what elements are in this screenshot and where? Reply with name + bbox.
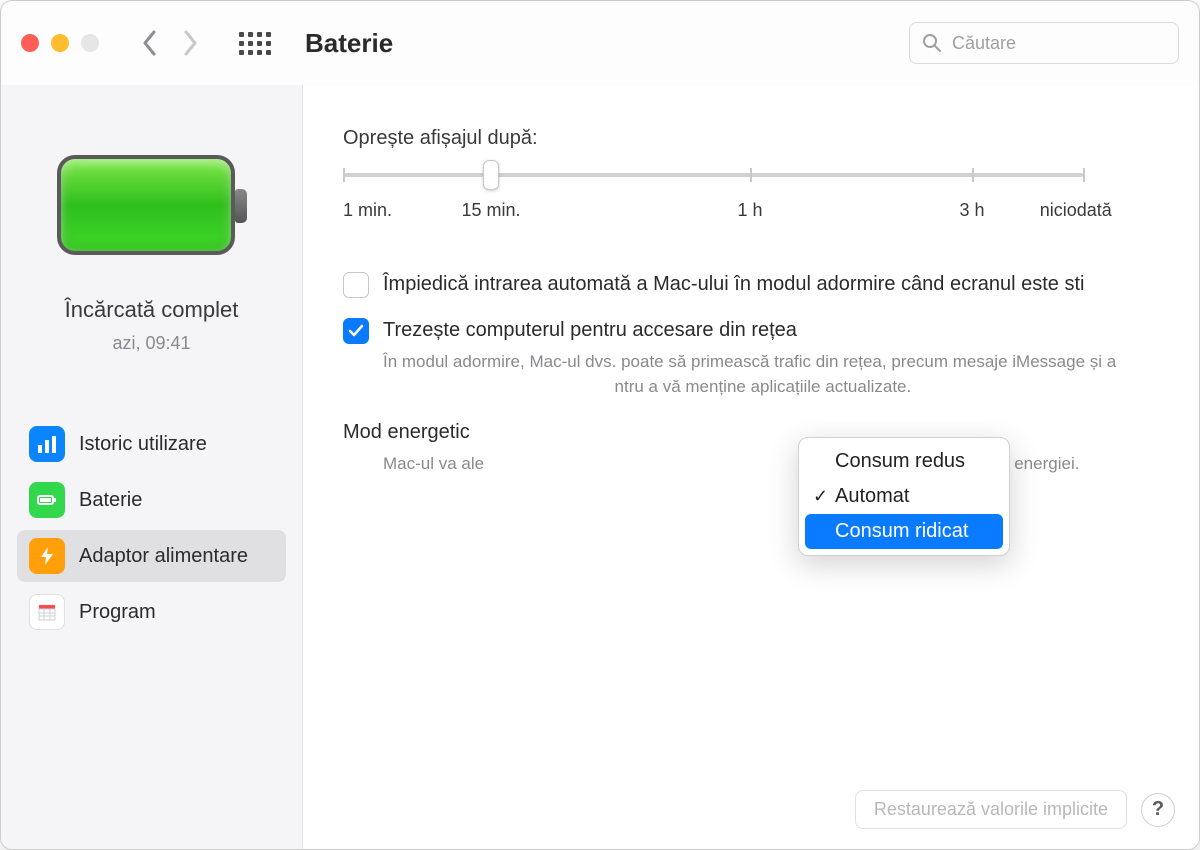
option-description: În modul adormire, Mac-ul dvs. poate să … xyxy=(343,350,1163,399)
option-prevent-sleep[interactable]: Împiedică intrarea automată a Mac-ului î… xyxy=(343,270,1163,298)
battery-time-label: azi, 09:41 xyxy=(112,333,190,354)
slider-tick-label: niciodată xyxy=(1040,200,1112,221)
dropdown-item-label: Automat xyxy=(835,485,909,508)
option-wake-network[interactable]: Trezește computerul pentru accesare din … xyxy=(343,316,1163,344)
display-off-label: Oprește afișajul după: xyxy=(343,127,1199,150)
options-group: Împiedică intrarea automată a Mac-ului î… xyxy=(343,270,1163,474)
sidebar-item-schedule[interactable]: Program xyxy=(17,586,286,638)
footer: Restaurează valorile implicite ? xyxy=(855,790,1175,829)
slider-thumb[interactable] xyxy=(483,160,499,190)
window-title: Baterie xyxy=(305,28,393,59)
minimize-window-button[interactable] xyxy=(51,34,69,52)
chevron-left-icon xyxy=(142,30,158,56)
sidebar-item-usage-history[interactable]: Istoric utilizare xyxy=(17,418,286,470)
nav-buttons xyxy=(139,32,201,54)
dropdown-item-automatic[interactable]: Automat xyxy=(805,479,1003,514)
preferences-window: Baterie Încărcată complet azi, 09:41 Ist… xyxy=(0,0,1200,850)
main-panel: Oprește afișajul după: 1 min. 15 min. 1 … xyxy=(303,85,1199,849)
sidebar-list: Istoric utilizare Baterie Adaptor alimen… xyxy=(1,418,302,638)
restore-defaults-button[interactable]: Restaurează valorile implicite xyxy=(855,790,1127,829)
option-label: Trezește computerul pentru accesare din … xyxy=(383,316,797,344)
sidebar-item-label: Baterie xyxy=(79,489,142,512)
titlebar: Baterie xyxy=(1,1,1199,85)
energy-mode-dropdown[interactable]: Consum redus Automat Consum ridicat xyxy=(798,437,1010,556)
forward-button[interactable] xyxy=(179,32,201,54)
battery-status-label: Încărcată complet xyxy=(65,297,239,323)
search-icon xyxy=(922,33,942,53)
slider-labels: 1 min. 15 min. 1 h 3 h niciodată xyxy=(343,200,1083,228)
window-body: Încărcată complet azi, 09:41 Istoric uti… xyxy=(1,85,1199,849)
close-window-button[interactable] xyxy=(21,34,39,52)
display-off-slider[interactable] xyxy=(343,162,1083,188)
sidebar-item-label: Istoric utilizare xyxy=(79,433,207,456)
slider-tick-label: 1 min. xyxy=(343,200,392,221)
slider-tick-label: 3 h xyxy=(959,200,984,221)
slider-tick-label: 15 min. xyxy=(461,200,520,221)
checkmark-icon xyxy=(347,322,365,340)
option-label: Împiedică intrarea automată a Mac-ului î… xyxy=(383,270,1084,298)
checkbox-prevent-sleep[interactable] xyxy=(343,272,369,298)
back-button[interactable] xyxy=(139,32,161,54)
chart-icon xyxy=(29,426,65,462)
checkbox-wake-network[interactable] xyxy=(343,318,369,344)
dropdown-item-low-power[interactable]: Consum redus xyxy=(805,444,1003,479)
dropdown-item-label: Consum redus xyxy=(835,450,965,473)
sidebar-item-label: Adaptor alimentare xyxy=(79,545,248,568)
sidebar-item-battery[interactable]: Baterie xyxy=(17,474,286,526)
energy-mode-description: Mac-ul va ale XXXXXXXXXXXXXXXXXXXXXXXXXX… xyxy=(343,454,1163,474)
energy-mode-label: Mod energetic xyxy=(343,421,470,444)
sidebar-item-label: Program xyxy=(79,601,156,624)
help-button[interactable]: ? xyxy=(1141,793,1175,827)
all-preferences-button[interactable] xyxy=(239,32,271,55)
sidebar: Încărcată complet azi, 09:41 Istoric uti… xyxy=(1,85,303,849)
fullscreen-window-button[interactable] xyxy=(81,34,99,52)
bolt-icon xyxy=(29,538,65,574)
dropdown-item-label: Consum ridicat xyxy=(835,520,968,543)
dropdown-item-high-power[interactable]: Consum ridicat xyxy=(805,514,1003,549)
search-input[interactable] xyxy=(952,33,1166,54)
battery-image xyxy=(57,155,247,255)
window-controls xyxy=(21,34,99,52)
battery-icon xyxy=(29,482,65,518)
sidebar-item-power-adapter[interactable]: Adaptor alimentare xyxy=(17,530,286,582)
energy-mode-row: Mod energetic xyxy=(343,421,1163,444)
calendar-icon xyxy=(29,594,65,630)
slider-tick-label: 1 h xyxy=(737,200,762,221)
search-field[interactable] xyxy=(909,22,1179,64)
chevron-right-icon xyxy=(182,30,198,56)
